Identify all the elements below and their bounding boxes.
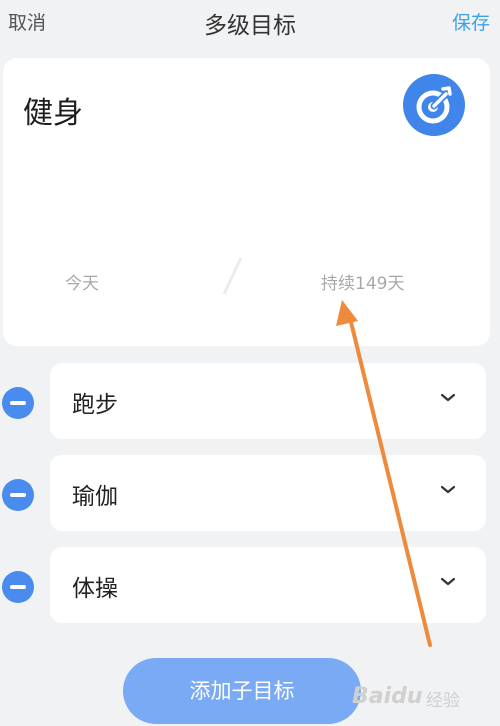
duration-label[interactable]: 持续149天	[321, 269, 404, 294]
remove-sub-goal-button[interactable]	[2, 387, 34, 419]
target-icon[interactable]	[403, 74, 465, 136]
chevron-down-icon[interactable]	[440, 485, 456, 495]
sub-goal-row: 瑜伽	[0, 455, 500, 535]
baidu-watermark: Baidu 经验	[352, 672, 492, 718]
sub-goal-row: 体操	[0, 547, 500, 627]
page-title: 多级目标	[204, 13, 296, 39]
sub-goal-card[interactable]: 体操	[50, 547, 486, 623]
top-bar: 取消 多级目标 保存	[0, 0, 500, 44]
remove-sub-goal-button[interactable]	[2, 571, 34, 603]
sub-goal-row: 跑步	[0, 363, 500, 443]
minus-icon	[10, 401, 26, 405]
sub-goal-label: 瑜伽	[72, 484, 118, 510]
add-sub-goal-button[interactable]: 添加子目标	[123, 658, 361, 724]
watermark-text: 经验	[426, 691, 460, 711]
goal-name[interactable]: 健身	[23, 88, 83, 132]
sub-goal-card[interactable]: 跑步	[50, 363, 486, 439]
minus-icon	[10, 585, 26, 589]
chevron-down-icon[interactable]	[440, 393, 456, 403]
minus-icon	[10, 493, 26, 497]
chevron-down-icon[interactable]	[440, 577, 456, 587]
sub-goal-label: 体操	[72, 576, 118, 602]
sub-goal-card[interactable]: 瑜伽	[50, 455, 486, 531]
save-button[interactable]: 保存	[452, 8, 490, 35]
date-divider	[222, 257, 243, 295]
start-date-label[interactable]: 今天	[65, 269, 99, 294]
remove-sub-goal-button[interactable]	[2, 479, 34, 511]
watermark-brand: Baidu	[352, 684, 423, 709]
goal-card: 健身 今天 持续149天	[3, 58, 490, 346]
sub-goal-label: 跑步	[72, 392, 118, 418]
